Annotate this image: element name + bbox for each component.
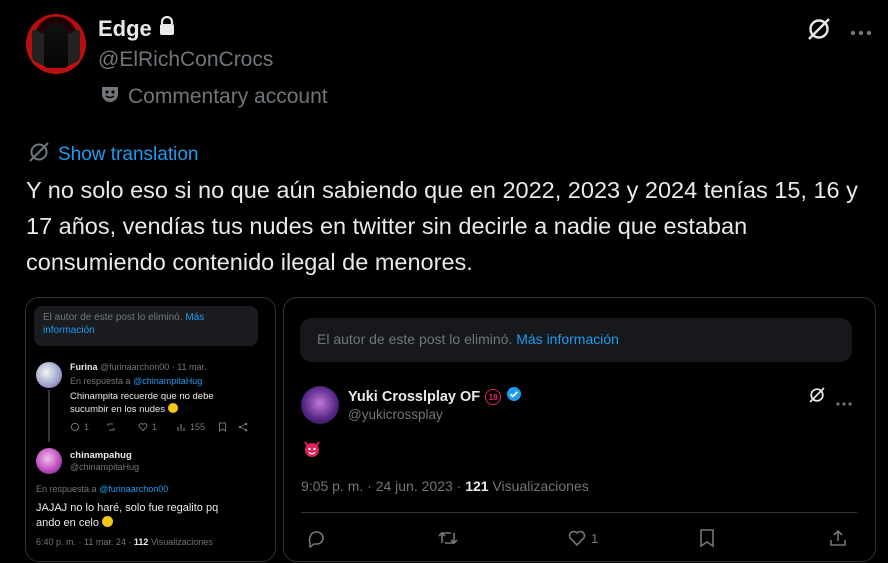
avatar[interactable]: [26, 14, 86, 74]
verified-badge-icon: [506, 386, 522, 407]
show-translation-text[interactable]: Show translation: [58, 144, 198, 166]
profile-handle[interactable]: @ElRichConCrocs: [98, 48, 273, 72]
reply2-views-label: Visualizaciones: [150, 537, 213, 547]
reply-icon: [308, 531, 324, 548]
yuki-header: Yuki Crosslplay OF 18: [348, 386, 522, 407]
reply1-reply-count: 1: [84, 422, 90, 432]
reply1-like-count: 1: [152, 422, 158, 432]
show-translation-link[interactable]: Show translation: [28, 141, 198, 169]
reply1-share-icon[interactable]: [238, 422, 248, 432]
reply1-retweet-action[interactable]: [106, 422, 116, 432]
commentary-label: Commentary account: [100, 84, 328, 110]
yuki-meta: 9:05 p. m. · 24 jun. 2023 · 121 Visualiz…: [301, 478, 589, 494]
commentary-text: Commentary account: [128, 85, 328, 108]
reply-button[interactable]: [306, 528, 326, 548]
yuki-handle[interactable]: @yukicrossplay: [348, 407, 443, 422]
yuki-name[interactable]: Yuki Crosslplay OF: [348, 389, 480, 405]
devil-emoji-icon: [302, 439, 322, 464]
grimace-emoji-icon: [167, 403, 178, 413]
yuki-avatar: [301, 386, 339, 424]
avatar-figure: [44, 24, 68, 68]
bookmark-icon: [700, 529, 714, 548]
grok-translate-icon: [28, 141, 50, 169]
profile-name[interactable]: Edge: [98, 15, 176, 42]
yuki-time[interactable]: 9:05 p. m. · 24 jun. 2023 ·: [301, 478, 461, 494]
reply2-in-reply: En respuesta a @furinaarchon00: [36, 484, 168, 494]
mask-icon: [100, 84, 120, 110]
reply2-text-line2: ando en celo: [36, 517, 99, 529]
deleted-notice-text: El autor de este post lo eliminó.: [43, 312, 183, 323]
chinampahug-avatar: [36, 448, 62, 474]
like-count: 1: [591, 530, 599, 546]
reply2-meta-time: 6:40 p. m. · 11 mar. 24 ·: [36, 537, 132, 547]
reply1-in-reply-prefix: En respuesta a: [70, 376, 131, 386]
more-icon[interactable]: [836, 393, 852, 411]
reply1-text-line2: sucumbir en los nudes: [70, 404, 166, 415]
actions-divider: [301, 512, 857, 513]
retweet-icon: [438, 531, 458, 545]
top-actions: [806, 16, 872, 47]
share-button[interactable]: [828, 528, 848, 548]
reply2-text: JAJAJ no lo haré, solo fue regalito pq a…: [36, 501, 218, 531]
reply1-like-action[interactable]: 1: [138, 422, 157, 432]
reply1-in-reply: En respuesta a @chinampitaHug: [70, 376, 202, 386]
reply2-text-line1: JAJAJ no lo haré, solo fue regalito pq: [36, 502, 219, 514]
reply2-in-reply-prefix: En respuesta a: [36, 484, 97, 494]
share-icon: [830, 529, 846, 546]
deleted-notice: El autor de este post lo eliminó. Más in…: [300, 318, 852, 362]
reply1-name[interactable]: Furina: [70, 362, 98, 372]
more-info-link[interactable]: Más información: [516, 331, 619, 347]
grok-icon[interactable]: [808, 386, 826, 409]
reply1-in-reply-link[interactable]: @chinampitaHug: [133, 376, 202, 386]
heart-icon: [568, 530, 586, 547]
reply2-name[interactable]: chinampahug: [70, 450, 132, 461]
furina-avatar: [36, 362, 62, 388]
reply1-views-action[interactable]: 155: [176, 422, 205, 432]
thread-line: [48, 390, 50, 442]
media-screenshot-left[interactable]: El autor de este post lo eliminó. Más in…: [25, 297, 276, 562]
yuki-views-label: Visualizaciones: [492, 478, 589, 494]
deleted-notice: El autor de este post lo eliminó. Más in…: [34, 306, 258, 346]
smirk-emoji-icon: [102, 516, 114, 527]
lock-icon: [158, 15, 176, 42]
reply1-bookmark-icon[interactable]: [218, 422, 227, 432]
deleted-notice-text: El autor de este post lo eliminó.: [317, 331, 513, 347]
retweet-button[interactable]: [437, 528, 459, 548]
reply1-text: Chinampita recuerde que no debe sucumbir…: [70, 390, 214, 416]
like-button[interactable]: 1: [567, 528, 598, 548]
reply1-text-line1: Chinampita recuerde que no debe: [70, 391, 214, 402]
reply2-handle: @chinampitaHug: [70, 462, 140, 472]
reply2-in-reply-link[interactable]: @furinaarchon00: [99, 484, 168, 494]
reply1-views-count: 155: [190, 422, 206, 432]
media-screenshot-right[interactable]: El autor de este post lo eliminó. Más in…: [283, 297, 876, 562]
more-icon[interactable]: [850, 23, 872, 41]
reply2-views-count: 112: [133, 537, 149, 547]
reply1-handle-time: @furinaarchon00 · 11 mar.: [100, 362, 207, 372]
reply1-header: Furina @furinaarchon00 · 11 mar.: [70, 362, 207, 372]
reply2-meta: 6:40 p. m. · 11 mar. 24 · 112 Visualizac…: [36, 537, 213, 547]
post-text: Y no solo eso si no que aún sabiendo que…: [26, 177, 858, 275]
age-18-badge: 18: [485, 388, 502, 405]
yuki-views-count: 121: [465, 478, 489, 494]
profile-name-text[interactable]: Edge: [98, 16, 152, 42]
grok-icon[interactable]: [806, 16, 832, 47]
reply1-reply-action[interactable]: 1: [70, 422, 89, 432]
bookmark-button[interactable]: [698, 528, 716, 548]
